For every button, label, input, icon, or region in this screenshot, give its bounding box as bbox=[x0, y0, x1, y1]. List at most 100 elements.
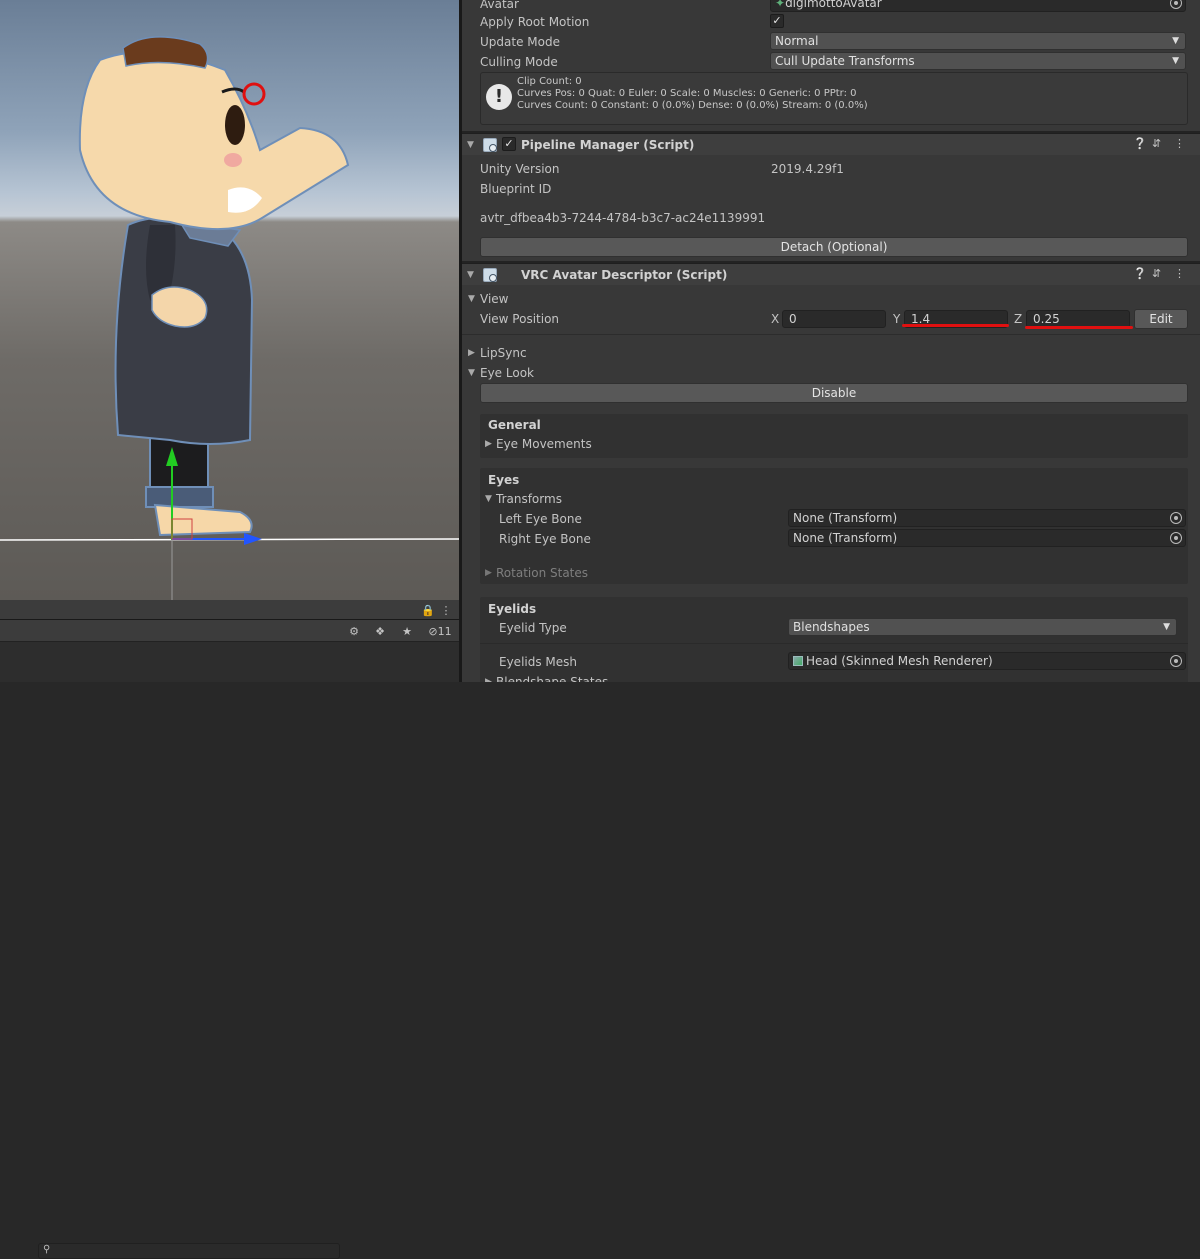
hierarchy-body[interactable] bbox=[0, 642, 459, 682]
chevron-down-icon: ▼ bbox=[1172, 56, 1179, 66]
pipeline-manager-header[interactable]: ▼ ✓ Pipeline Manager (Script) ❔ ⇵ ⋮ bbox=[462, 133, 1200, 155]
apply-root-motion-label: Apply Root Motion bbox=[480, 15, 590, 29]
help-icon[interactable]: ❔ bbox=[1133, 267, 1147, 280]
detach-button[interactable]: Detach (Optional) bbox=[480, 237, 1188, 257]
info-icon: ! bbox=[486, 84, 512, 110]
section-separator bbox=[462, 334, 1200, 335]
eyelids-heading: Eyelids bbox=[488, 602, 537, 616]
left-eye-bone-value: None (Transform) bbox=[793, 511, 898, 525]
unity-version-value: 2019.4.29f1 bbox=[771, 162, 844, 176]
avatar-object-field[interactable]: ✦digimottoAvatar bbox=[770, 0, 1186, 12]
avatar-eye bbox=[225, 105, 245, 145]
eye-position-highlight-circle bbox=[242, 82, 266, 106]
object-picker-icon[interactable] bbox=[1170, 532, 1182, 544]
right-eye-bone-label: Right Eye Bone bbox=[499, 532, 591, 546]
avatar-descriptor-header[interactable]: ▼ VRC Avatar Descriptor (Script) ❔ ⇵ ⋮ bbox=[462, 263, 1200, 285]
presets-icon[interactable]: ⇵ bbox=[1152, 267, 1161, 280]
right-eye-bone-value: None (Transform) bbox=[793, 531, 898, 545]
blueprint-id-value: avtr_dfbea4b3-7244-4784-b3c7-ac24e113999… bbox=[480, 211, 766, 225]
foldout-arrow-icon[interactable]: ▼ bbox=[467, 267, 474, 283]
culling-mode-label: Culling Mode bbox=[480, 55, 558, 69]
component-enabled-checkbox[interactable]: ✓ bbox=[502, 137, 516, 151]
eyelids-mesh-label: Eyelids Mesh bbox=[499, 655, 578, 669]
component-title: VRC Avatar Descriptor (Script) bbox=[521, 268, 728, 282]
script-icon bbox=[483, 138, 497, 152]
animator-info-box: ! Clip Count: 0 Curves Pos: 0 Quat: 0 Eu… bbox=[480, 72, 1188, 125]
eye-movements-foldout-icon[interactable]: ▶ bbox=[485, 436, 492, 452]
more-options-icon[interactable]: ⋮ bbox=[1174, 137, 1185, 150]
avatar-label: Avatar bbox=[480, 0, 519, 11]
eye-hidden-icon: ⊘ bbox=[428, 624, 438, 638]
avatar-cheek bbox=[224, 153, 242, 167]
object-picker-icon[interactable] bbox=[1170, 0, 1182, 9]
update-mode-dropdown[interactable]: Normal ▼ bbox=[770, 32, 1186, 50]
inspector-panel: Avatar ✦digimottoAvatar Apply Root Motio… bbox=[462, 0, 1200, 682]
culling-mode-dropdown[interactable]: Cull Update Transforms ▼ bbox=[770, 52, 1186, 70]
avatar-coat bbox=[114, 216, 254, 445]
rotation-states-label[interactable]: Rotation States bbox=[496, 565, 588, 581]
left-eye-bone-field[interactable]: None (Transform) bbox=[788, 509, 1186, 527]
edit-view-button[interactable]: Edit bbox=[1134, 309, 1188, 329]
left-eye-bone-label: Left Eye Bone bbox=[499, 512, 582, 526]
view-position-x-field[interactable]: 0 bbox=[782, 310, 886, 328]
eyelid-type-dropdown[interactable]: Blendshapes ▼ bbox=[788, 618, 1177, 636]
lock-icon[interactable]: 🔒 bbox=[421, 602, 435, 618]
scene-view[interactable] bbox=[0, 0, 459, 600]
skinned-mesh-icon bbox=[793, 656, 803, 666]
search-icon: ⚲ bbox=[43, 1244, 51, 1255]
avatar-cuff bbox=[145, 486, 214, 508]
object-picker-icon[interactable] bbox=[1170, 512, 1182, 524]
more-options-icon[interactable]: ⋮ bbox=[440, 602, 452, 618]
transforms-label[interactable]: Transforms bbox=[496, 491, 562, 507]
chevron-down-icon: ▼ bbox=[1172, 36, 1179, 46]
lipsync-foldout-icon[interactable]: ▶ bbox=[468, 345, 475, 361]
gizmo-z-arrow bbox=[244, 533, 262, 545]
blendshape-states-foldout-icon[interactable]: ▶ bbox=[485, 674, 492, 682]
blueprint-id-label: Blueprint ID bbox=[480, 182, 552, 196]
label-filter-icon[interactable]: ❖ bbox=[371, 623, 389, 639]
eye-look-section-label[interactable]: Eye Look bbox=[480, 365, 534, 381]
culling-mode-value: Cull Update Transforms bbox=[775, 54, 915, 68]
presets-icon[interactable]: ⇵ bbox=[1152, 137, 1161, 150]
eyelids-mesh-field[interactable]: Head (Skinned Mesh Renderer) bbox=[788, 652, 1186, 670]
more-options-icon[interactable]: ⋮ bbox=[1174, 267, 1185, 280]
info-line: Curves Count: 0 Constant: 0 (0.0%) Dense… bbox=[517, 100, 868, 111]
view-section-label[interactable]: View bbox=[480, 291, 508, 307]
eyelid-type-value: Blendshapes bbox=[793, 620, 870, 634]
component-title: Pipeline Manager (Script) bbox=[521, 138, 695, 152]
transforms-foldout-icon[interactable]: ▼ bbox=[485, 491, 492, 507]
apply-root-motion-checkbox[interactable]: ✓ bbox=[770, 14, 784, 28]
update-mode-label: Update Mode bbox=[480, 35, 560, 49]
y-value-highlight-underline bbox=[902, 324, 1009, 327]
hidden-count-toggle[interactable]: ⊘ 11 bbox=[424, 623, 456, 639]
rotation-states-foldout-icon[interactable]: ▶ bbox=[485, 565, 492, 581]
avatar-foot bbox=[153, 503, 253, 537]
y-axis-label: Y bbox=[893, 312, 901, 326]
right-eye-bone-field[interactable]: None (Transform) bbox=[788, 529, 1186, 547]
row-separator bbox=[480, 643, 1188, 644]
unity-version-label: Unity Version bbox=[480, 162, 560, 176]
object-picker-icon[interactable] bbox=[1170, 655, 1182, 667]
z-value-highlight-underline bbox=[1025, 326, 1133, 329]
filter-type-icon[interactable]: ⚙ bbox=[345, 623, 363, 639]
x-axis-label: X bbox=[771, 312, 780, 326]
eye-look-foldout-icon[interactable]: ▼ bbox=[468, 365, 475, 381]
eyes-heading: Eyes bbox=[488, 473, 520, 487]
disable-eye-look-button[interactable]: Disable bbox=[480, 383, 1188, 403]
animator-info-text: Clip Count: 0 Curves Pos: 0 Quat: 0 Eule… bbox=[517, 76, 868, 112]
favorites-star-icon[interactable]: ★ bbox=[398, 623, 416, 639]
eyelids-mesh-value: Head (Skinned Mesh Renderer) bbox=[806, 654, 993, 668]
eye-movements-label[interactable]: Eye Movements bbox=[496, 436, 592, 452]
avatar-asset-icon: ✦ bbox=[775, 0, 786, 10]
blendshape-states-label[interactable]: Blendshape States bbox=[496, 674, 608, 682]
help-icon[interactable]: ❔ bbox=[1133, 137, 1147, 150]
script-icon bbox=[483, 268, 497, 282]
view-foldout-icon[interactable]: ▼ bbox=[468, 291, 475, 307]
lipsync-section-label[interactable]: LipSync bbox=[480, 345, 527, 361]
eyelid-type-label: Eyelid Type bbox=[499, 621, 567, 635]
search-input[interactable]: ⚲ bbox=[38, 1243, 340, 1259]
general-heading: General bbox=[488, 418, 541, 432]
foldout-arrow-icon[interactable]: ▼ bbox=[467, 137, 474, 153]
info-line: Clip Count: 0 bbox=[517, 76, 582, 87]
hierarchy-header: 🔒 ⋮ bbox=[0, 600, 459, 620]
